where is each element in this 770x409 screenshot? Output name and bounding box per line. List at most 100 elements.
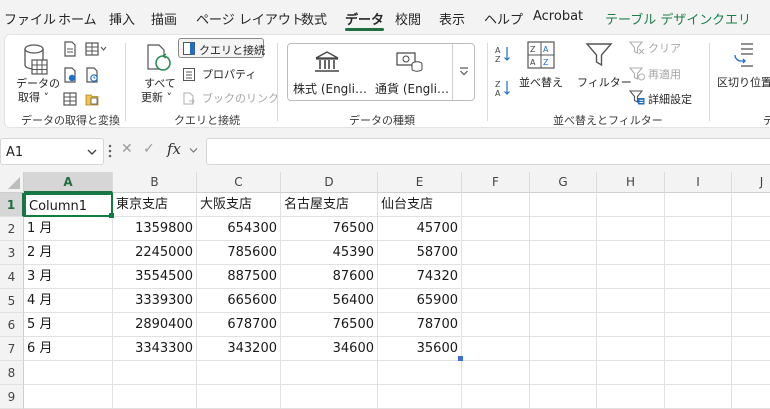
cell-f6[interactable] [462,313,530,337]
row-header-3[interactable]: 3 [0,241,24,265]
cell-b1[interactable]: 東京支店 [113,193,197,217]
column-header-a[interactable]: A [24,172,113,193]
tab-view[interactable]: 表示 [439,9,465,29]
existing-connections-button[interactable] [85,91,99,110]
advanced-filter-button[interactable] [628,90,645,109]
table-resize-handle[interactable] [458,356,463,361]
cell-e7[interactable]: 35600 [378,337,462,361]
cell-f1[interactable] [462,193,530,217]
cell-f7[interactable] [462,337,530,361]
sort-button[interactable]: Z A A Z [527,41,555,73]
cell-c9[interactable] [197,385,281,409]
cell-d7[interactable]: 34600 [281,337,378,361]
cell-c7[interactable]: 343200 [197,337,281,361]
enter-icon[interactable]: ✓ [143,141,155,157]
tab-help[interactable]: ヘルプ [484,9,523,29]
from-text-button[interactable] [63,41,77,61]
cell-d8[interactable] [281,361,378,385]
cell-b6[interactable]: 2890400 [113,313,197,337]
worksheet-grid[interactable]: A B C D E F G H I J 1 Column1 東京支店 大阪支店 名古屋支店 仙台支店 2 1 月1… [0,172,770,409]
data-types-more-button[interactable] [452,44,474,100]
tab-acrobat[interactable]: Acrobat [533,9,583,29]
cell-d9[interactable] [281,385,378,409]
cancel-icon[interactable]: ✕ [121,141,133,157]
cell-j3[interactable] [732,241,770,265]
cell-i7[interactable] [665,337,732,361]
properties-button[interactable] [183,66,195,85]
select-all-button[interactable] [0,172,24,193]
cell-g9[interactable] [530,385,597,409]
cell-c4[interactable]: 887500 [197,265,281,289]
tab-query[interactable]: クエリ [712,9,751,29]
cell-b2[interactable]: 1359800 [113,217,197,241]
cell-c6[interactable]: 678700 [197,313,281,337]
row-header-1[interactable]: 1 [0,193,24,217]
filter-button[interactable] [585,41,613,73]
column-header-g[interactable]: G [530,172,597,193]
cell-a7[interactable]: 6 月 [24,337,113,361]
cell-c8[interactable] [197,361,281,385]
column-header-e[interactable]: E [378,172,462,193]
column-header-j[interactable]: J [732,172,770,193]
cell-i8[interactable] [665,361,732,385]
from-range-button[interactable] [63,91,77,110]
cell-j8[interactable] [732,361,770,385]
cell-j4[interactable] [732,265,770,289]
tab-formulas[interactable]: 数式 [301,9,327,29]
cell-b8[interactable] [113,361,197,385]
row-header-7[interactable]: 7 [0,337,24,361]
cell-e4[interactable]: 74320 [378,265,462,289]
cell-e9[interactable] [378,385,462,409]
cell-c1[interactable]: 大阪支店 [197,193,281,217]
cell-i5[interactable] [665,289,732,313]
recent-sources-button[interactable] [85,67,99,87]
tab-page-layout[interactable]: ページ レイアウト [196,9,304,29]
refresh-all-button[interactable] [145,43,173,77]
cell-j7[interactable] [732,337,770,361]
cell-g2[interactable] [530,217,597,241]
chevron-down-icon[interactable] [189,147,198,154]
tab-file[interactable]: ファイル [4,9,56,29]
cell-i9[interactable] [665,385,732,409]
tab-draw[interactable]: 描画 [151,9,177,29]
cell-c5[interactable]: 665600 [197,289,281,313]
cell-d3[interactable]: 45390 [281,241,378,265]
cell-i4[interactable] [665,265,732,289]
column-header-d[interactable]: D [281,172,378,193]
cell-b9[interactable] [113,385,197,409]
tab-data[interactable]: データ [345,9,385,31]
cell-g1[interactable] [530,193,597,217]
cell-h3[interactable] [597,241,665,265]
cell-c2[interactable]: 654300 [197,217,281,241]
from-web-button[interactable] [85,41,107,61]
cell-d4[interactable]: 87600 [281,265,378,289]
cell-j2[interactable] [732,217,770,241]
cell-a1[interactable]: Column1 [24,193,113,217]
column-header-c[interactable]: C [197,172,281,193]
row-header-9[interactable]: 9 [0,385,24,409]
sort-a-to-z-button[interactable]: A Z [495,45,511,67]
cell-b5[interactable]: 3339300 [113,289,197,313]
cell-e1[interactable]: 仙台支店 [378,193,462,217]
cell-d5[interactable]: 56400 [281,289,378,313]
row-header-8[interactable]: 8 [0,361,24,385]
cell-j9[interactable] [732,385,770,409]
tab-insert[interactable]: 挿入 [109,9,135,29]
cell-g4[interactable] [530,265,597,289]
cell-b4[interactable]: 3554500 [113,265,197,289]
cell-f4[interactable] [462,265,530,289]
cell-i3[interactable] [665,241,732,265]
cell-f5[interactable] [462,289,530,313]
cell-g8[interactable] [530,361,597,385]
cell-h7[interactable] [597,337,665,361]
cell-h6[interactable] [597,313,665,337]
tab-review[interactable]: 校閲 [395,9,421,29]
cell-d2[interactable]: 76500 [281,217,378,241]
cell-g6[interactable] [530,313,597,337]
cell-i6[interactable] [665,313,732,337]
from-table-button[interactable] [63,67,77,87]
cell-a4[interactable]: 3 月 [24,265,113,289]
cell-c3[interactable]: 785600 [197,241,281,265]
currencies-button[interactable] [396,50,424,78]
row-header-4[interactable]: 4 [0,265,24,289]
